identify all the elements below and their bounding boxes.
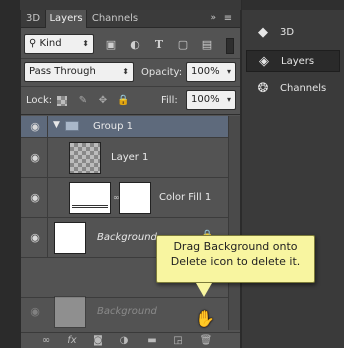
new-adjustment-icon[interactable]: ◑ (117, 335, 131, 347)
divider (47, 178, 48, 217)
opacity-label: Opacity: (141, 67, 183, 78)
fill-bar (72, 205, 108, 208)
layer-thumbnail (54, 296, 86, 328)
fill-field[interactable]: 100% ▾ (186, 90, 236, 110)
shape-filter-icon[interactable]: ▢ (175, 38, 191, 52)
layer-name: Background (97, 306, 157, 317)
layers-list: ◉ ▼ Group 1 ◉ Layer 1 ◉ ∞ Color Fill 1 ◉ (21, 116, 228, 330)
layers-icon: ◈ (259, 54, 269, 69)
link-layers-icon[interactable]: ∞ (39, 335, 53, 347)
lock-position-icon[interactable]: ✥ (97, 95, 109, 107)
folder-icon (65, 121, 79, 131)
blend-row: Pass Through ⬍ Opacity: 100% ▾ (21, 60, 240, 86)
layer-name: Color Fill 1 (159, 192, 212, 203)
lock-transparent-pixels-icon[interactable] (57, 96, 67, 106)
collapsed-panel-dock: ◆ 3D ◈ Layers ❂ Channels (242, 0, 344, 348)
adjustment-filter-icon[interactable]: ◐ (127, 38, 143, 52)
layer-thumbnail (54, 222, 86, 254)
fill-value: 100% (191, 94, 220, 105)
blend-mode-value: Pass Through (29, 66, 96, 77)
filter-kind-dropdown[interactable]: ⚲ Kind ⬍ (24, 34, 94, 54)
channels-icon: ❂ (257, 81, 269, 96)
layer-name: Background (97, 232, 157, 243)
layer-row-color-fill-1[interactable]: ◉ ∞ Color Fill 1 (21, 178, 228, 218)
chevron-down-icon[interactable]: ▼ (53, 120, 60, 130)
filter-row: ⚲ Kind ⬍ ▣ ◐ T ▢ ▤ (21, 32, 240, 58)
lock-all-icon[interactable]: 🔒 (117, 95, 129, 107)
left-background (0, 0, 20, 348)
dock-top-strip (242, 0, 344, 10)
lock-image-pixels-icon[interactable]: ✎ (77, 95, 89, 107)
dock-label: 3D (280, 27, 295, 38)
layer-row-group-1[interactable]: ◉ ▼ Group 1 (21, 116, 228, 138)
filter-kind-label: Kind (39, 38, 62, 49)
tab-3d[interactable]: 3D (21, 10, 45, 28)
dock-item-layers[interactable]: ◈ Layers (246, 50, 340, 72)
dock-label: Layers (281, 56, 315, 67)
hand-cursor-icon: ✋ (195, 309, 215, 328)
updown-arrow-icon: ⬍ (122, 67, 129, 76)
lock-row: Lock: ✎ ✥ 🔒 Fill: 100% ▾ (21, 88, 240, 114)
panel-tab-bar: 3D Layers Channels » ≡ (21, 10, 240, 28)
tab-channels[interactable]: Channels (87, 10, 143, 28)
search-icon: ⚲ (29, 38, 37, 49)
divider (47, 218, 48, 257)
pixel-filter-icon[interactable]: ▣ (103, 38, 119, 52)
lock-label: Lock: (26, 95, 53, 106)
add-mask-icon[interactable]: ◙ (91, 335, 105, 347)
smart-object-filter-icon[interactable]: ▤ (199, 38, 215, 52)
layers-bottom-bar: ∞ fx ◙ ◑ ▬ ◲ 🗑 (21, 332, 240, 348)
mask-thumbnail (119, 182, 151, 214)
divider (21, 114, 240, 115)
top-gutter (20, 0, 241, 10)
dropdown-arrow-icon: ▾ (226, 67, 231, 76)
divider (47, 138, 48, 177)
collapse-panel-icon[interactable]: » (210, 13, 215, 23)
opacity-field[interactable]: 100% ▾ (186, 62, 236, 82)
tab-layers[interactable]: Layers (45, 10, 87, 28)
drag-tooltip: Drag Background onto Delete icon to dele… (156, 235, 315, 283)
new-group-icon[interactable]: ▬ (145, 335, 159, 347)
eye-icon[interactable]: ◉ (26, 231, 44, 245)
new-layer-icon[interactable]: ◲ (171, 335, 185, 347)
fill-label: Fill: (161, 95, 178, 106)
dock-label: Channels (280, 83, 327, 94)
eye-icon: ◉ (30, 305, 40, 318)
eye-icon[interactable]: ◉ (26, 151, 44, 165)
layers-scrollbar[interactable] (228, 116, 240, 330)
tooltip-tail (196, 283, 212, 297)
type-filter-icon[interactable]: T (151, 38, 167, 52)
delete-layer-icon[interactable]: 🗑 (199, 335, 213, 347)
opacity-value: 100% (191, 66, 220, 77)
eye-icon[interactable]: ◉ (26, 120, 44, 134)
cube-icon: ◆ (258, 25, 268, 40)
eye-icon[interactable]: ◉ (26, 191, 44, 205)
divider (21, 58, 240, 59)
blend-mode-dropdown[interactable]: Pass Through ⬍ (24, 62, 134, 82)
divider (47, 116, 48, 137)
layer-name: Group 1 (93, 121, 133, 132)
dock-item-channels[interactable]: ❂ Channels (246, 78, 340, 100)
fx-icon[interactable]: fx (65, 335, 79, 347)
updown-arrow-icon: ⬍ (82, 39, 89, 48)
layers-panel: 3D Layers Channels » ≡ ⚲ Kind ⬍ ▣ ◐ T ▢ … (20, 10, 241, 348)
layer-row-layer-1[interactable]: ◉ Layer 1 (21, 138, 228, 178)
filter-toggle[interactable] (226, 38, 234, 54)
layer-thumbnail (69, 142, 101, 174)
fill-thumbnail (69, 182, 111, 214)
divider (21, 86, 240, 87)
dropdown-arrow-icon: ▾ (226, 95, 231, 104)
panel-menu-icon[interactable]: ≡ (220, 12, 236, 26)
layer-name: Layer 1 (111, 152, 149, 163)
dock-item-3d[interactable]: ◆ 3D (246, 22, 340, 44)
